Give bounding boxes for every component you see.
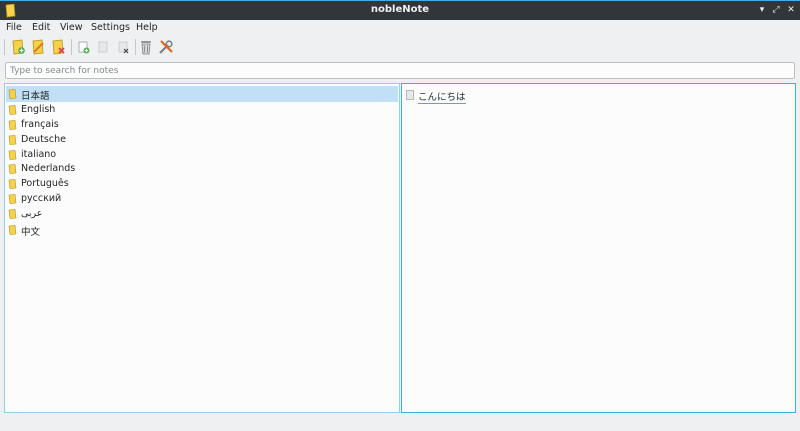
folder-icon (8, 194, 17, 204)
folder-icon (8, 164, 17, 174)
toolbar-separator (4, 39, 5, 55)
folder-item[interactable]: 日本語 (6, 86, 398, 102)
folder-item[interactable]: 中文 (6, 222, 398, 238)
search-input[interactable] (6, 63, 794, 78)
delete-note-icon[interactable] (115, 39, 131, 55)
folder-item[interactable]: Português (6, 176, 398, 192)
note-item[interactable]: こんにちは (404, 87, 794, 104)
folder-label: 中文 (21, 227, 41, 238)
folder-icon (8, 105, 17, 115)
folder-icon (8, 89, 17, 99)
toolbar-separator (135, 39, 136, 55)
folder-icon (8, 120, 17, 130)
note-icon (406, 90, 414, 100)
new-folder-icon[interactable] (10, 39, 26, 55)
note-label: こんにちは (418, 89, 466, 104)
delete-folder-icon[interactable] (50, 39, 66, 55)
menu-view[interactable]: View (60, 22, 83, 33)
folder-item[interactable]: English (6, 102, 398, 118)
folder-label: English (21, 104, 56, 115)
folder-list[interactable]: 日本語 English français Deutsche italiano N… (4, 83, 400, 413)
rename-folder-icon[interactable] (30, 39, 46, 55)
toolbar-separator (71, 39, 72, 55)
title-bar[interactable]: nobleNote ▾ ⤢ ✕ (0, 0, 800, 20)
folder-label: русский (21, 193, 62, 204)
minimize-icon[interactable]: ▾ (756, 4, 768, 16)
folder-item[interactable]: Deutsche (6, 132, 398, 148)
new-note-icon[interactable] (75, 39, 91, 55)
note-list[interactable]: こんにちは (401, 83, 796, 413)
menu-edit[interactable]: Edit (32, 22, 50, 33)
folder-icon (8, 150, 17, 160)
menu-bar: File Edit View Settings Help (0, 20, 800, 35)
window-title: nobleNote (370, 4, 430, 15)
folder-label: 日本語 (21, 91, 50, 102)
folder-label: Nederlands (21, 163, 76, 174)
search-field[interactable] (5, 62, 795, 79)
folder-label: français (21, 119, 59, 130)
folder-item[interactable]: русский (6, 191, 398, 207)
folder-label: عربى (21, 208, 43, 219)
toolbar (0, 37, 800, 57)
folder-icon (8, 179, 17, 189)
restore-icon[interactable]: ⤢ (770, 4, 782, 16)
folder-item[interactable]: عربى (6, 206, 398, 222)
folder-item[interactable]: français (6, 117, 398, 133)
folder-item[interactable]: Nederlands (6, 161, 398, 177)
rename-note-icon[interactable] (95, 39, 111, 55)
menu-settings[interactable]: Settings (91, 22, 130, 33)
menu-help[interactable]: Help (136, 22, 158, 33)
folder-icon (8, 209, 17, 219)
folder-label: Deutsche (21, 134, 66, 145)
folder-icon (8, 225, 17, 235)
folder-label: italiano (21, 149, 57, 160)
close-icon[interactable]: ✕ (785, 4, 797, 16)
folder-label: Português (21, 178, 69, 189)
folder-icon (8, 135, 17, 145)
menu-file[interactable]: File (6, 22, 22, 33)
tools-icon[interactable] (158, 39, 174, 55)
trash-icon[interactable] (138, 39, 154, 55)
